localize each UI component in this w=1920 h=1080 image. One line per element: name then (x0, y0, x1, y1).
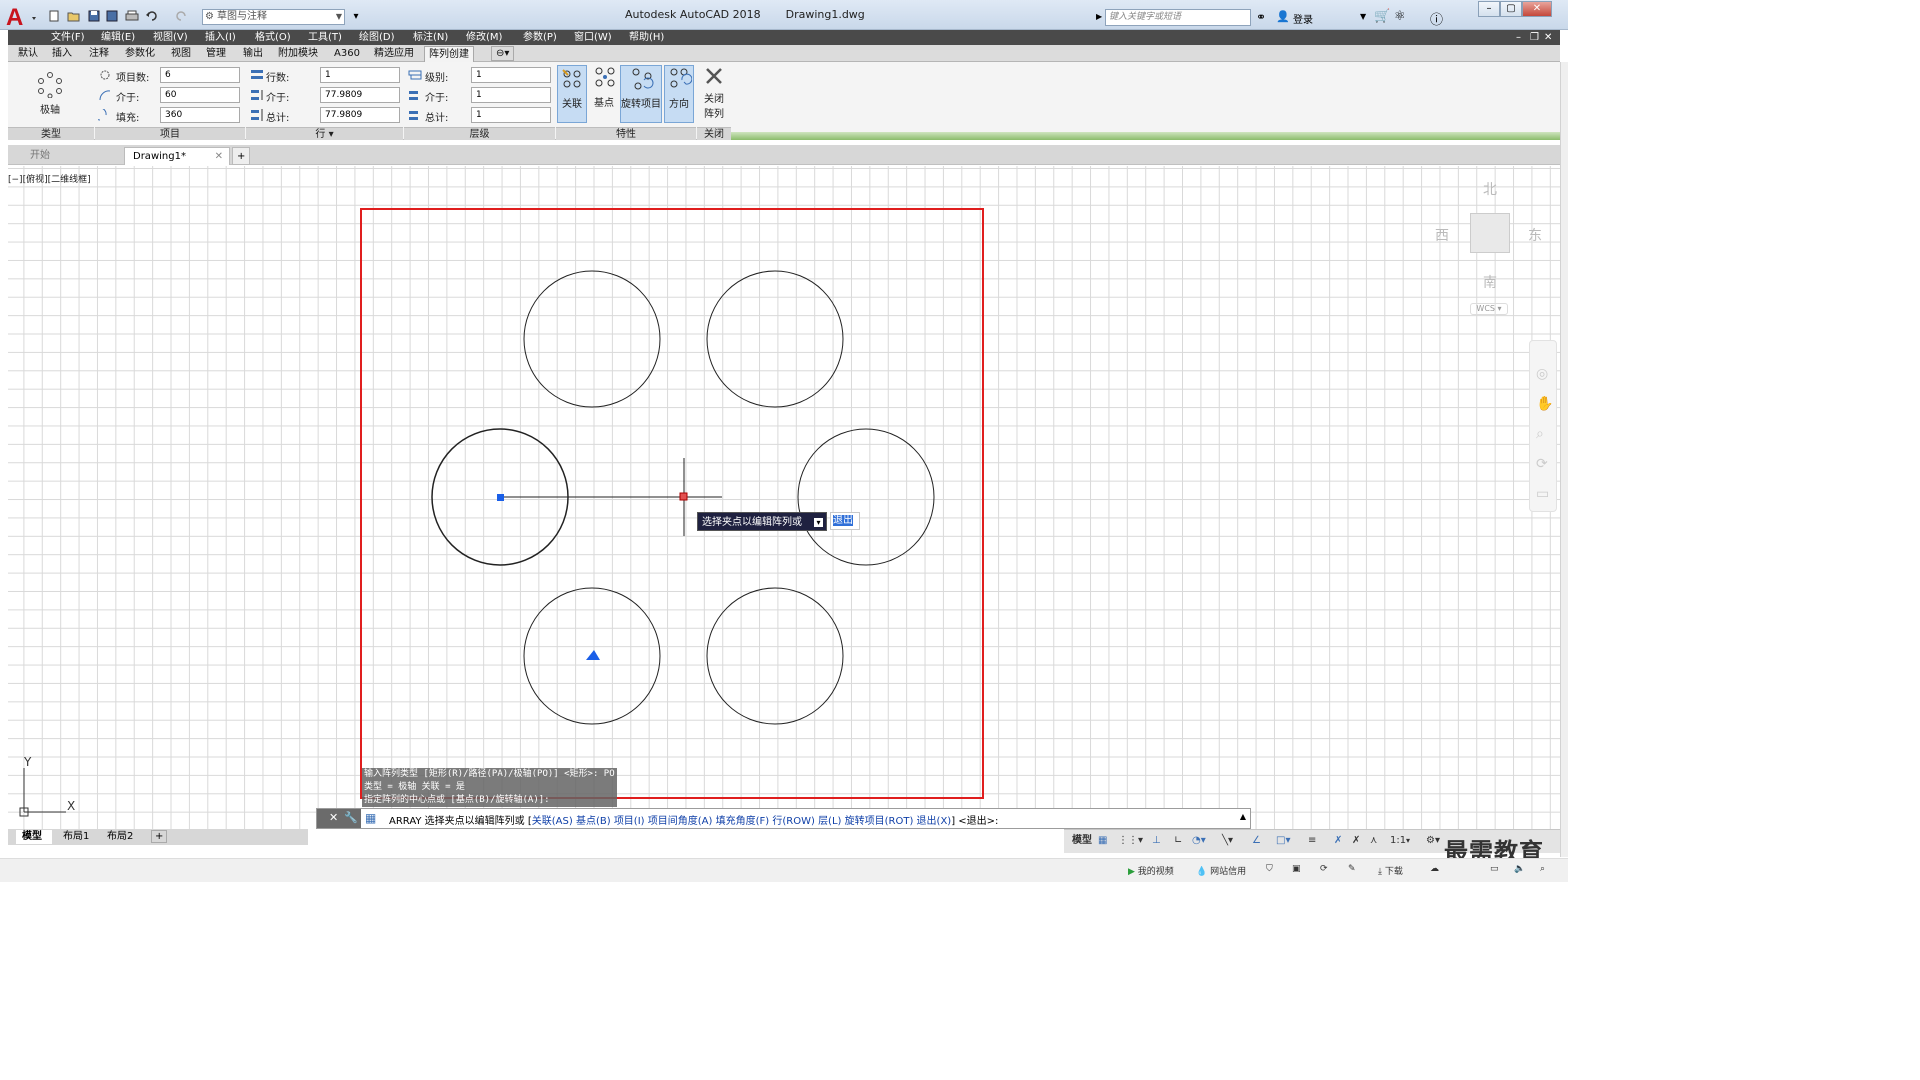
video-icon: ▶ (1128, 867, 1135, 877)
steering-wheel-icon[interactable]: ◎ (1536, 359, 1556, 389)
site-credit-link[interactable]: 💧 网站信用 (1196, 864, 1246, 877)
download-link[interactable]: ⤓ 下载 (1378, 864, 1403, 877)
viewcube-west[interactable]: 西 (1435, 225, 1449, 245)
layout-tab-model[interactable]: 模型 (16, 830, 52, 844)
cloud-icon[interactable]: ☁ (1430, 864, 1439, 874)
command-history-toggle-icon[interactable]: ▲ (1240, 812, 1246, 821)
cmd-option-rotate-items[interactable]: 旋转项目(ROT) (845, 816, 914, 827)
navbar-tools: ◎ ✋ ⌕ ⟳ ▭ (1536, 359, 1556, 509)
chevron-down-icon[interactable]: ▾ (1406, 834, 1410, 848)
shield-icon[interactable]: ⛉ (1266, 864, 1273, 874)
grid-icon[interactable]: ▦ (1098, 834, 1107, 848)
command-suffix: ] <退出>: (951, 816, 999, 827)
layout-tab-bar: 模型 布局1 布局2 + (8, 829, 308, 845)
array-circle[interactable] (706, 587, 844, 725)
viewcube-south[interactable]: 南 (1483, 272, 1497, 292)
close-command-icon[interactable]: ✕ (329, 811, 338, 824)
history-line: 指定阵列的中心点或 [基点(B)/旋转轴(A)]: (362, 794, 617, 807)
customize-wrench-icon[interactable]: 🔧 (344, 811, 358, 824)
showmotion-icon[interactable]: ▭ (1536, 479, 1556, 509)
my-videos-link[interactable]: ▶ 我的视频 (1128, 864, 1174, 877)
array-circle[interactable] (706, 270, 844, 408)
workspace-switch-icon[interactable]: ⚙▾ (1426, 834, 1440, 848)
pan-icon[interactable]: ✋ (1536, 389, 1556, 419)
annotation-scale-value[interactable]: 1:1 (1390, 834, 1406, 848)
svg-text:X: X (67, 799, 75, 813)
cmd-option-fill-angle[interactable]: 填充角度(F) (716, 816, 770, 827)
ortho-icon[interactable]: ∟ (1174, 834, 1182, 848)
lineweight-icon[interactable]: ≡ (1308, 834, 1316, 848)
history-line: 输入阵列类型 [矩形(R)/路径(PA)/极轴(PO)] <矩形>: PO (362, 768, 617, 781)
download-label: 下载 (1384, 867, 1403, 877)
tooltip-text: 选择夹点以编辑阵列或 (702, 517, 802, 528)
annotation-visibility-icon[interactable]: ✗ (1334, 834, 1342, 848)
viewcube-east[interactable]: 东 (1528, 225, 1542, 245)
grip-point-blue[interactable] (497, 494, 504, 501)
object-snap-icon[interactable]: □▾ (1276, 834, 1290, 848)
command-prompt: ARRAY 选择夹点以编辑阵列或 [关联(AS) 基点(B) 项目(I) 项目间… (389, 812, 998, 827)
grip-point-center[interactable] (679, 492, 688, 501)
cmd-option-exit[interactable]: 退出(X) (917, 816, 952, 827)
array-circle[interactable] (797, 428, 935, 566)
selection-rectangle (360, 208, 984, 799)
os-taskbar: ▶ 我的视频 💧 网站信用 ⛉ ▣ ⟳ ✎ ⤓ 下载 ☁ ▭ 🔈 ⌕ (0, 858, 1568, 882)
cmd-option-levels[interactable]: 层(L) (818, 816, 841, 827)
search-icon[interactable]: ⌕ (1540, 864, 1545, 874)
array-icon: ▦ (365, 811, 377, 825)
command-history: 输入阵列类型 [矩形(R)/路径(PA)/极轴(PO)] <矩形>: PO 类型… (362, 768, 617, 807)
isodraft-icon[interactable]: ╲▾ (1222, 834, 1233, 848)
add-layout-button[interactable]: + (151, 830, 168, 843)
infer-constraints-icon[interactable]: ⊥ (1152, 834, 1161, 848)
dynamic-input-field[interactable]: 退出 (830, 512, 860, 530)
window-icon[interactable]: ▭ (1490, 864, 1499, 874)
object-snap-tracking-icon[interactable]: ∠ (1252, 834, 1261, 848)
viewcube[interactable]: 北 西 东 南 WCS ▾ (1430, 175, 1550, 325)
viewcube-north[interactable]: 北 (1483, 179, 1497, 199)
refresh-icon[interactable]: ⟳ (1320, 864, 1328, 874)
cmd-option-rows[interactable]: 行(ROW) (772, 816, 815, 827)
ucs-icon: Y X (19, 755, 75, 817)
layout-tab-1[interactable]: 布局1 (63, 830, 89, 844)
command-prefix: ARRAY 选择夹点以编辑阵列或 [ (389, 816, 532, 827)
viewcube-top-face[interactable] (1470, 213, 1510, 253)
navigation-bar[interactable]: ◎ ✋ ⌕ ⟳ ▭ (1529, 340, 1557, 512)
snap-icon[interactable]: ⋮⋮▾ (1118, 834, 1143, 848)
site-credit-label: 网站信用 (1210, 867, 1247, 877)
image-icon[interactable]: ▣ (1292, 864, 1301, 874)
layout-tab-2[interactable]: 布局2 (107, 830, 133, 844)
speaker-icon[interactable]: 🔈 (1514, 864, 1525, 874)
array-circle[interactable] (523, 270, 661, 408)
annotation-scale-icon[interactable]: ⋏ (1370, 834, 1377, 848)
wcs-menu[interactable]: WCS ▾ (1470, 303, 1508, 315)
tool-icon[interactable]: ✎ (1348, 864, 1356, 874)
dynamic-input-value: 退出 (833, 515, 853, 526)
history-line: 类型 = 极轴 关联 = 是 (362, 781, 617, 794)
orbit-icon[interactable]: ⟳ (1536, 449, 1556, 479)
drawing-geometry: Y X (19, 208, 984, 817)
download-icon: ⤓ (1378, 867, 1382, 877)
my-videos-label: 我的视频 (1137, 867, 1174, 877)
model-space-toggle[interactable]: 模型 (1072, 834, 1092, 848)
polar-tracking-icon[interactable]: ◔▾ (1192, 834, 1206, 848)
vertical-scrollbar[interactable] (1560, 62, 1568, 857)
wcs-label: WCS (1476, 304, 1495, 313)
zoom-icon[interactable]: ⌕ (1536, 419, 1556, 449)
command-line[interactable]: ✕ 🔧 ▦ ARRAY 选择夹点以编辑阵列或 [关联(AS) 基点(B) 项目(… (316, 808, 1251, 829)
cmd-option-angle-between[interactable]: 项目间角度(A) (648, 816, 713, 827)
drop-icon: 💧 (1196, 867, 1208, 877)
cmd-option-items[interactable]: 项目(I) (614, 816, 645, 827)
grip-point-rotate[interactable] (586, 650, 600, 660)
cmd-option-basepoint[interactable]: 基点(B) (576, 816, 611, 827)
tooltip-options-icon[interactable]: ▾ (814, 518, 823, 527)
command-line-tools: ✕ 🔧 (317, 809, 361, 828)
cmd-option-associative[interactable]: 关联(AS) (532, 816, 573, 827)
auto-scale-icon[interactable]: ✗ (1352, 834, 1360, 848)
svg-text:Y: Y (23, 755, 32, 769)
dynamic-input-tooltip: 选择夹点以编辑阵列或 ▾ (697, 512, 827, 531)
